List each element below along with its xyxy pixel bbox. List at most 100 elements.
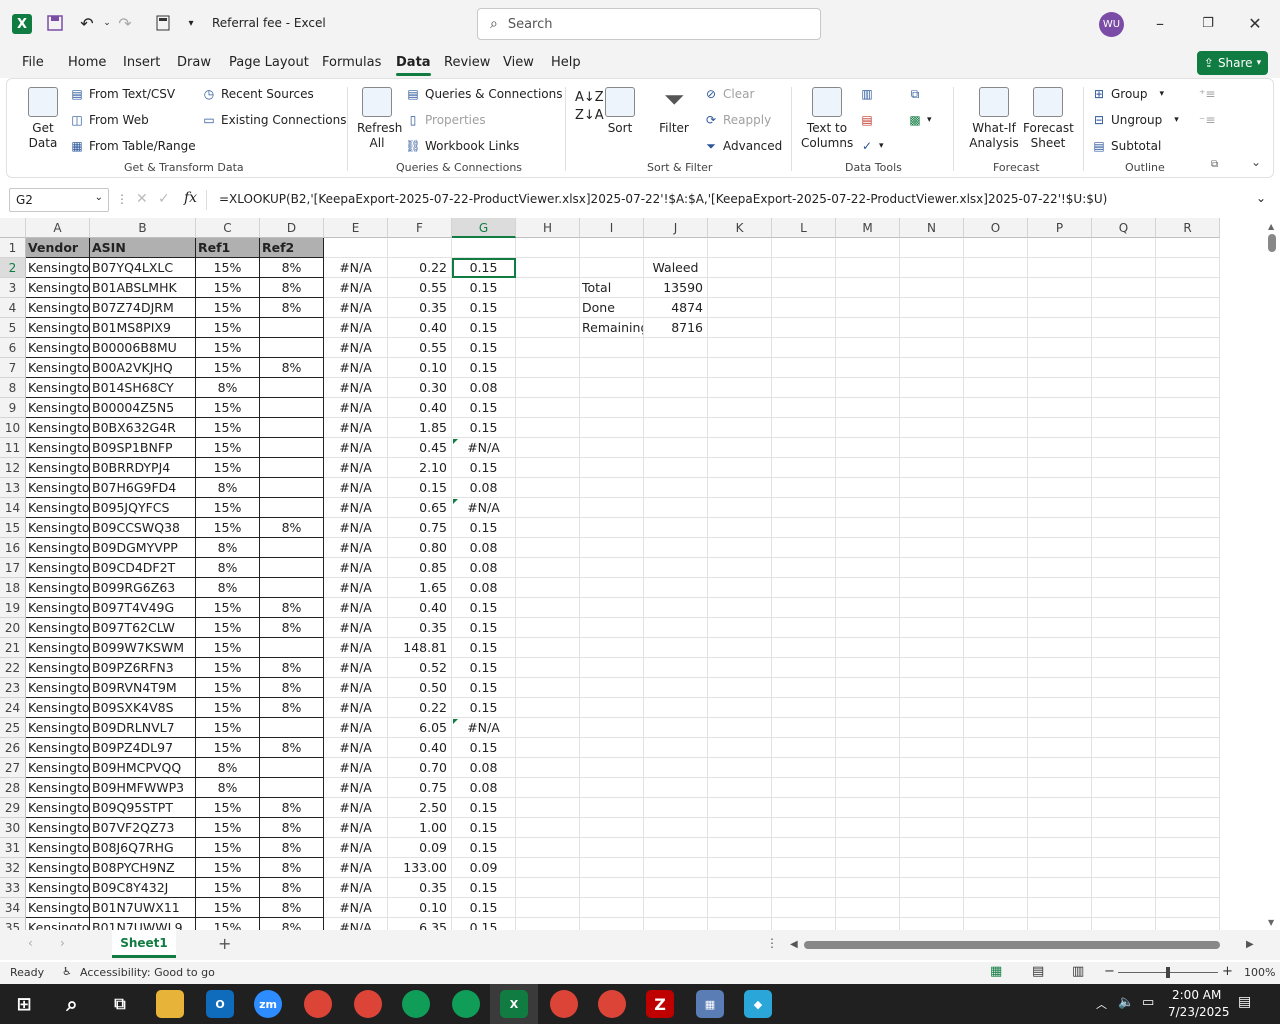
table-cell[interactable] — [836, 818, 900, 838]
error-indicator-icon[interactable] — [453, 499, 458, 504]
column-header-l[interactable]: L — [772, 218, 836, 238]
table-cell[interactable] — [580, 898, 644, 918]
advanced-button[interactable]: ⏷ Advanced — [703, 139, 782, 153]
share-button[interactable]: ⇪ Share ▾ — [1197, 51, 1268, 75]
table-cell[interactable] — [772, 678, 836, 698]
table-cell[interactable]: 15% — [196, 818, 260, 838]
table-cell[interactable] — [1028, 258, 1092, 278]
table-cell[interactable] — [1028, 818, 1092, 838]
windows-start-icon[interactable]: ⊞ — [10, 990, 38, 1018]
table-cell[interactable]: 1.00 — [388, 818, 452, 838]
table-cell[interactable] — [580, 398, 644, 418]
sort-asc-desc-buttons[interactable]: A↓Z Z↓A — [575, 89, 604, 125]
table-cell[interactable] — [516, 318, 580, 338]
table-cell[interactable] — [708, 898, 772, 918]
table-cell[interactable] — [836, 278, 900, 298]
table-cell[interactable]: 0.15 — [452, 738, 516, 758]
table-cell[interactable] — [836, 378, 900, 398]
table-cell[interactable]: 15% — [196, 738, 260, 758]
table-cell[interactable]: 8% — [260, 358, 324, 378]
table-cell[interactable] — [1092, 378, 1156, 398]
calculator-app-icon[interactable]: ▦ — [696, 990, 724, 1018]
table-cell[interactable] — [1028, 438, 1092, 458]
table-cell[interactable]: 0.45 — [388, 438, 452, 458]
table-cell[interactable] — [900, 738, 964, 758]
table-cell[interactable] — [900, 398, 964, 418]
table-cell[interactable] — [836, 458, 900, 478]
table-cell[interactable] — [964, 898, 1028, 918]
table-cell[interactable] — [388, 238, 452, 258]
table-cell[interactable] — [644, 678, 708, 698]
table-cell[interactable]: 0.15 — [452, 638, 516, 658]
table-cell[interactable] — [1092, 898, 1156, 918]
table-cell[interactable] — [1028, 698, 1092, 718]
table-cell[interactable] — [1156, 838, 1220, 858]
table-cell[interactable] — [772, 438, 836, 458]
table-cell[interactable] — [772, 698, 836, 718]
table-cell[interactable] — [1092, 238, 1156, 258]
table-cell[interactable] — [1156, 598, 1220, 618]
flash-fill-icon[interactable]: ▥ — [859, 87, 879, 101]
table-cell[interactable] — [964, 438, 1028, 458]
avatar[interactable]: WU — [1099, 12, 1124, 37]
table-cell[interactable]: 0.15 — [452, 898, 516, 918]
table-cell[interactable] — [1028, 318, 1092, 338]
table-cell[interactable] — [1092, 798, 1156, 818]
table-cell[interactable]: 8% — [196, 778, 260, 798]
table-cell[interactable]: 0.55 — [388, 338, 452, 358]
table-cell[interactable] — [708, 398, 772, 418]
column-title-cell[interactable]: Ref2 — [260, 238, 324, 258]
table-cell[interactable] — [260, 378, 324, 398]
table-cell[interactable] — [644, 578, 708, 598]
table-cell[interactable] — [964, 798, 1028, 818]
table-cell[interactable] — [516, 718, 580, 738]
queries-connections-button[interactable]: ▤ Queries & Connections — [405, 87, 562, 101]
table-cell[interactable] — [644, 718, 708, 738]
table-cell[interactable] — [708, 578, 772, 598]
error-indicator-icon[interactable] — [453, 719, 458, 724]
menu-home[interactable]: Home — [68, 55, 106, 70]
from-text-csv-button[interactable]: ▤ From Text/CSV — [69, 87, 175, 101]
table-cell[interactable] — [964, 678, 1028, 698]
table-cell[interactable]: B07H6G9FD4 — [90, 478, 196, 498]
forecast-sheet-button[interactable]: Forecast Sheet — [1023, 87, 1074, 151]
filter-button[interactable]: ⏷ Filter — [659, 87, 689, 136]
table-cell[interactable] — [836, 858, 900, 878]
table-cell[interactable] — [1092, 318, 1156, 338]
table-cell[interactable] — [708, 818, 772, 838]
row-header[interactable]: 7 — [0, 358, 26, 378]
table-cell[interactable] — [644, 798, 708, 818]
table-cell[interactable]: #N/A — [324, 518, 388, 538]
table-cell[interactable]: Kensington — [26, 918, 90, 930]
table-cell[interactable] — [836, 738, 900, 758]
select-all-corner[interactable] — [0, 218, 26, 238]
table-cell[interactable]: B07VF2QZ73 — [90, 818, 196, 838]
table-cell[interactable] — [772, 538, 836, 558]
table-cell[interactable]: #N/A — [324, 898, 388, 918]
table-cell[interactable] — [900, 498, 964, 518]
table-cell[interactable] — [900, 258, 964, 278]
table-cell[interactable] — [260, 638, 324, 658]
table-cell[interactable] — [1092, 578, 1156, 598]
table-cell[interactable] — [964, 758, 1028, 778]
search-icon[interactable]: ⌕ — [58, 990, 86, 1018]
table-cell[interactable]: 0.75 — [388, 778, 452, 798]
from-table-range-button[interactable]: ▦ From Table/Range — [69, 139, 195, 153]
more-options-icon[interactable]: ⋮ — [116, 192, 128, 206]
refresh-all-button[interactable]: Refresh All — [357, 87, 402, 151]
table-cell[interactable] — [516, 298, 580, 318]
table-cell[interactable]: #N/A — [324, 838, 388, 858]
table-cell[interactable] — [708, 438, 772, 458]
table-cell[interactable] — [516, 558, 580, 578]
table-cell[interactable] — [836, 498, 900, 518]
table-cell[interactable] — [900, 278, 964, 298]
table-cell[interactable] — [1028, 558, 1092, 578]
table-cell[interactable]: Kensington — [26, 618, 90, 638]
table-cell[interactable] — [580, 618, 644, 638]
table-cell[interactable]: Kensington — [26, 378, 90, 398]
row-header[interactable]: 11 — [0, 438, 26, 458]
table-cell[interactable] — [836, 758, 900, 778]
table-cell[interactable]: 8% — [260, 278, 324, 298]
vertical-scrollbar[interactable]: ▲ ▼ — [1264, 218, 1280, 930]
table-cell[interactable] — [708, 718, 772, 738]
